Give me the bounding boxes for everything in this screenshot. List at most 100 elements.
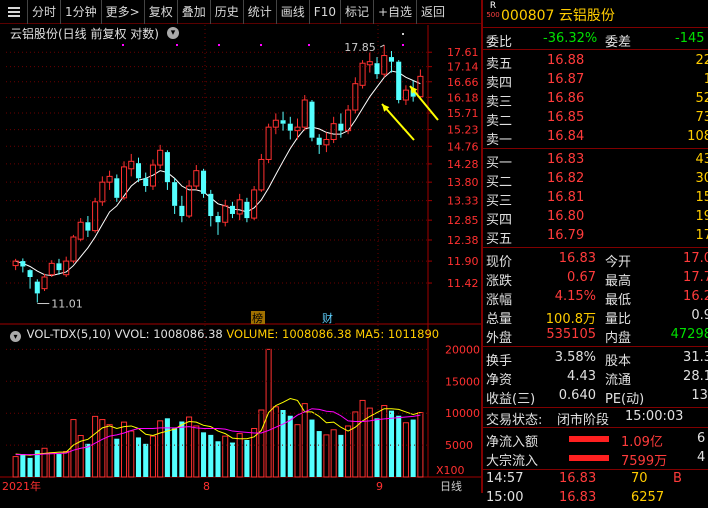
stat-row[interactable]: 现价 16.83 今开 17.0 bbox=[483, 250, 708, 270]
candlestick[interactable] bbox=[280, 111, 286, 131]
info-label2: 股本 bbox=[605, 354, 632, 369]
tick-row[interactable]: 15:00 16.83 6257 bbox=[483, 489, 708, 508]
buy-row[interactable]: 买四 16.80 19 bbox=[483, 208, 708, 228]
candlestick[interactable] bbox=[157, 144, 164, 169]
info-row[interactable]: 换手 3.58% 股本 31.3 bbox=[483, 349, 708, 369]
stat-row[interactable]: 外盘 535105 内盘 47298 bbox=[483, 326, 708, 346]
candlestick[interactable] bbox=[63, 256, 70, 277]
sell-row[interactable]: 卖一 16.84 108 bbox=[483, 128, 708, 148]
candlestick[interactable] bbox=[244, 197, 250, 223]
price-tick-label: 16.66 bbox=[447, 76, 479, 89]
buy-row[interactable]: 买三 16.81 15 bbox=[483, 189, 708, 209]
price-tick-label: 15.71 bbox=[447, 107, 479, 120]
candlestick[interactable] bbox=[193, 165, 200, 190]
stat-row[interactable]: 总量 100.8万 量比 0.9 bbox=[483, 307, 708, 327]
candlestick[interactable] bbox=[272, 113, 279, 135]
candlestick[interactable] bbox=[222, 199, 229, 227]
candlestick[interactable] bbox=[135, 157, 142, 183]
candlestick[interactable] bbox=[12, 258, 19, 271]
candlestick[interactable] bbox=[251, 186, 258, 221]
stat-row[interactable]: 涨幅 4.15% 最低 16.2 bbox=[483, 288, 708, 308]
sell-row[interactable]: 卖四 16.87 1 bbox=[483, 71, 708, 91]
candlestick[interactable] bbox=[359, 60, 366, 89]
candlestick[interactable] bbox=[34, 279, 40, 303]
candlestick[interactable] bbox=[164, 150, 170, 190]
buy-book: 买一 16.83 43 买二 16.82 30 买三 16.81 15 买四 16.80 19 买五 16… bbox=[483, 149, 708, 247]
candlestick[interactable] bbox=[374, 57, 380, 79]
candlestick[interactable] bbox=[77, 218, 84, 242]
info-row[interactable]: 净资 4.43 流通 28.1 bbox=[483, 368, 708, 388]
flow-row[interactable]: 大宗流入 7599万 4 bbox=[483, 449, 708, 469]
event-marker[interactable]: 榜 bbox=[252, 311, 263, 325]
candlestick[interactable] bbox=[287, 116, 293, 140]
candlestick[interactable] bbox=[92, 197, 99, 233]
buy-level-label: 买二 bbox=[486, 175, 513, 190]
flow-label: 大宗流入 bbox=[486, 454, 539, 469]
low-price-label: 11.01 bbox=[51, 298, 83, 311]
volume-options-icon[interactable]: ▾ bbox=[10, 331, 21, 342]
stock-header: R 500 000807 云铝股份 bbox=[483, 0, 708, 28]
candlestick[interactable] bbox=[85, 216, 91, 238]
volume-bar bbox=[27, 457, 33, 477]
candlestick[interactable] bbox=[208, 189, 214, 227]
candlestick[interactable] bbox=[27, 269, 33, 289]
buy-row[interactable]: 买五 16.79 17 bbox=[483, 227, 708, 247]
trade-status-row: 交易状态: 闭市阶段 15:00:03 bbox=[483, 408, 708, 428]
candlestick[interactable] bbox=[201, 168, 207, 198]
candlestick[interactable] bbox=[143, 172, 149, 192]
volume-bar bbox=[388, 410, 395, 477]
candlestick[interactable] bbox=[56, 258, 62, 275]
candlestick[interactable] bbox=[396, 60, 402, 104]
candlestick[interactable] bbox=[186, 180, 193, 219]
event-marker[interactable]: 财 bbox=[322, 311, 333, 325]
candlestick[interactable] bbox=[236, 193, 243, 221]
volume-bar bbox=[208, 434, 214, 477]
flow-bar bbox=[569, 436, 609, 442]
candlestick[interactable] bbox=[172, 178, 178, 214]
candlestick[interactable] bbox=[99, 176, 106, 206]
candlestick[interactable] bbox=[229, 201, 235, 219]
right-axis-label: 日线 bbox=[440, 479, 462, 493]
sell-level-label: 卖四 bbox=[486, 76, 513, 91]
candlestick[interactable] bbox=[366, 52, 373, 73]
candlestick[interactable] bbox=[294, 118, 301, 140]
candlestick[interactable] bbox=[215, 211, 221, 235]
info-value2: 31.3 bbox=[683, 350, 708, 365]
candlestick[interactable] bbox=[128, 153, 135, 177]
stat-label: 涨跌 bbox=[486, 274, 513, 289]
sell-row[interactable]: 卖二 16.85 73 bbox=[483, 109, 708, 129]
sell-row[interactable]: 卖五 16.88 22 bbox=[483, 52, 708, 72]
candlestick[interactable] bbox=[48, 260, 55, 277]
buy-row[interactable]: 买一 16.83 43 bbox=[483, 151, 708, 171]
candlestick[interactable] bbox=[70, 234, 77, 264]
candlestick[interactable] bbox=[20, 258, 26, 273]
info-label: 换手 bbox=[486, 354, 513, 369]
candlestick[interactable] bbox=[41, 273, 48, 292]
stat-row[interactable]: 涨跌 0.67 最高 17.7 bbox=[483, 269, 708, 289]
candle-body bbox=[27, 270, 33, 277]
info-label2: 流通 bbox=[605, 373, 632, 388]
fundamental-stats: 换手 3.58% 股本 31.3 净资 4.43 流通 28.1 收益(三) 0.640 PE(动)… bbox=[483, 347, 708, 407]
tick-row[interactable]: 14:57 16.83 70 B bbox=[483, 470, 708, 489]
buy-row[interactable]: 买二 16.82 30 bbox=[483, 170, 708, 190]
candle-body bbox=[20, 261, 26, 267]
volume-bar bbox=[301, 403, 308, 478]
info-value: 3.58% bbox=[554, 350, 596, 365]
candle-body bbox=[48, 262, 55, 276]
candlestick[interactable] bbox=[381, 45, 388, 78]
candlestick[interactable] bbox=[323, 132, 330, 153]
candlestick[interactable] bbox=[352, 77, 359, 114]
candlestick[interactable] bbox=[114, 174, 120, 202]
candlestick[interactable] bbox=[106, 170, 113, 190]
candlestick[interactable] bbox=[179, 195, 185, 223]
candlestick[interactable] bbox=[402, 85, 409, 105]
candlestick[interactable] bbox=[258, 153, 265, 192]
candlestick[interactable] bbox=[309, 99, 315, 142]
candlestick[interactable] bbox=[388, 51, 395, 73]
info-row[interactable]: 收益(三) 0.640 PE(动) 13. bbox=[483, 387, 708, 407]
candlestick[interactable] bbox=[316, 134, 322, 154]
candlestick[interactable] bbox=[330, 116, 337, 144]
flow-row[interactable]: 净流入额 1.09亿 6 bbox=[483, 430, 708, 450]
sell-row[interactable]: 卖三 16.86 52 bbox=[483, 90, 708, 110]
kline-chart[interactable]: 17.61 17.14 16.66 16.18 15.71 15.23 14.76 14.28… bbox=[0, 0, 481, 493]
